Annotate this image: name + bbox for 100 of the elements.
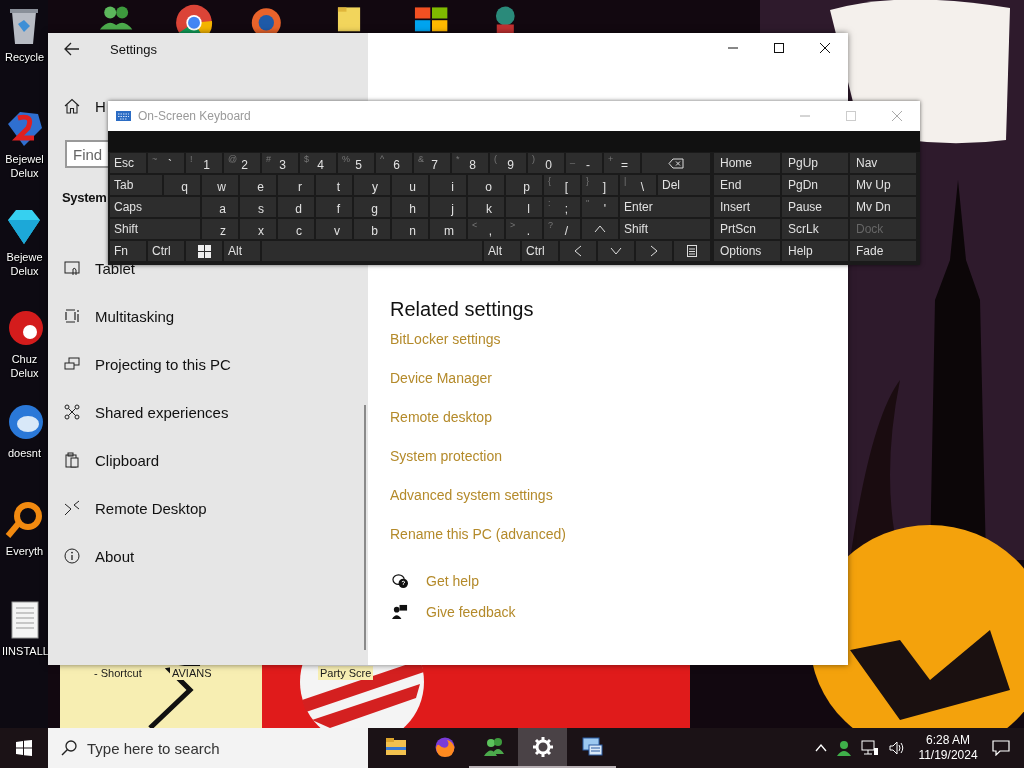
search-field[interactable]: Type here to search bbox=[48, 728, 368, 768]
ring-icon[interactable] bbox=[4, 500, 44, 540]
volume-icon[interactable] bbox=[889, 741, 905, 755]
keyboard-key[interactable]: i bbox=[430, 175, 466, 195]
chevron-up-icon[interactable] bbox=[815, 744, 827, 752]
sidebar-item[interactable]: H bbox=[95, 97, 106, 115]
network-icon[interactable] bbox=[861, 740, 879, 756]
desktop-icon-label[interactable]: doesnt bbox=[2, 446, 47, 460]
keyboard-key[interactable]: Fn bbox=[110, 241, 146, 261]
keyboard-key[interactable]: Mv Dn bbox=[850, 197, 916, 217]
keyboard-key[interactable]: f bbox=[316, 197, 352, 217]
keyboard-key[interactable]: PgDn bbox=[782, 175, 848, 195]
keyboard-key[interactable]: ( 9 bbox=[490, 153, 526, 173]
sidebar-item[interactable]: About bbox=[48, 532, 344, 580]
keyboard-key[interactable]: Ctrl bbox=[148, 241, 184, 261]
desktop-icon-label[interactable]: Bejewel Delux bbox=[2, 152, 47, 180]
desktop-icon-label[interactable]: - Shortcut bbox=[92, 666, 144, 680]
keyboard-key[interactable]: % 5 bbox=[338, 153, 374, 173]
desktop-icon-label[interactable]: IINSTALL bbox=[2, 644, 47, 658]
keyboard-key[interactable]: x bbox=[240, 219, 276, 239]
keyboard-key[interactable] bbox=[674, 241, 710, 261]
keyboard-key[interactable]: z bbox=[202, 219, 238, 239]
keyboard-key[interactable]: End bbox=[714, 175, 780, 195]
keyboard-key[interactable]: " ' bbox=[582, 197, 618, 217]
keyboard-key[interactable]: Options bbox=[714, 241, 780, 261]
keyboard-key[interactable]: g bbox=[354, 197, 390, 217]
keyboard-key[interactable]: r bbox=[278, 175, 314, 195]
keyboard-key[interactable]: Enter bbox=[620, 197, 710, 217]
keyboard-key[interactable]: d bbox=[278, 197, 314, 217]
keyboard-key[interactable]: m bbox=[430, 219, 466, 239]
keyboard-key[interactable]: b bbox=[354, 219, 390, 239]
sidebar-item[interactable]: Clipboard bbox=[48, 436, 344, 484]
taskbar-app-button[interactable] bbox=[518, 728, 567, 768]
keyboard-key[interactable]: s bbox=[240, 197, 276, 217]
keyboard-key[interactable]: t bbox=[316, 175, 352, 195]
keyboard-key[interactable]: < , bbox=[468, 219, 504, 239]
sidebar-item[interactable]: Projecting to this PC bbox=[48, 340, 344, 388]
keyboard-key[interactable]: ) 0 bbox=[528, 153, 564, 173]
keyboard-key[interactable]: j bbox=[430, 197, 466, 217]
sidebar-item[interactable]: Multitasking bbox=[48, 292, 344, 340]
keyboard-key[interactable]: Caps bbox=[110, 197, 200, 217]
keyboard-key[interactable]: h bbox=[392, 197, 428, 217]
keyboard-key[interactable]: l bbox=[506, 197, 542, 217]
desktop-icon-label[interactable]: Bejewe Delux bbox=[2, 250, 47, 278]
keyboard-key[interactable]: w bbox=[202, 175, 238, 195]
keyboard-key[interactable]: Pause bbox=[782, 197, 848, 217]
keyboard-key[interactable]: ~ ` bbox=[148, 153, 184, 173]
desktop-icon-label[interactable]: Everyth bbox=[2, 544, 47, 558]
sidebar-item[interactable]: Shared experiences bbox=[48, 388, 344, 436]
keyboard-key[interactable]: ^ 6 bbox=[376, 153, 412, 173]
keyboard-key[interactable]: v bbox=[316, 219, 352, 239]
keyboard-key[interactable]: Nav bbox=[850, 153, 916, 173]
keyboard-key[interactable]: Ctrl bbox=[522, 241, 558, 261]
keyboard-key[interactable]: Help bbox=[782, 241, 848, 261]
keyboard-key[interactable]: { [ bbox=[544, 175, 580, 195]
keyboard-key[interactable]: Esc bbox=[110, 153, 146, 173]
keyboard-key[interactable]: Alt bbox=[224, 241, 260, 261]
keyboard-key[interactable]: Insert bbox=[714, 197, 780, 217]
keyboard-key[interactable]: } ] bbox=[582, 175, 618, 195]
keyboard-key[interactable]: > . bbox=[506, 219, 542, 239]
keyboard-key[interactable]: _ - bbox=[566, 153, 602, 173]
clock-time[interactable]: 6:28 AM bbox=[926, 733, 970, 748]
keyboard-key[interactable]: p bbox=[506, 175, 542, 195]
home-icon[interactable] bbox=[64, 98, 80, 114]
keyboard-key[interactable]: ScrLk bbox=[782, 219, 848, 239]
keyboard-key[interactable]: * 8 bbox=[452, 153, 488, 173]
back-icon[interactable] bbox=[64, 42, 80, 56]
keyboard-key[interactable]: PrtScn bbox=[714, 219, 780, 239]
keyboard-key[interactable]: PgUp bbox=[782, 153, 848, 173]
keyboard-key[interactable]: Mv Up bbox=[850, 175, 916, 195]
keyboard-key[interactable]: Shift bbox=[110, 219, 200, 239]
keyboard-key[interactable]: Alt bbox=[484, 241, 520, 261]
desktop-icon-label[interactable]: AVIANS bbox=[170, 666, 214, 680]
keyboard-key[interactable]: q bbox=[164, 175, 200, 195]
keyboard-key[interactable]: : ; bbox=[544, 197, 580, 217]
keyboard-key[interactable]: u bbox=[392, 175, 428, 195]
keyboard-key[interactable]: c bbox=[278, 219, 314, 239]
sidebar-item[interactable]: Remote Desktop bbox=[48, 484, 344, 532]
keyboard-key[interactable]: a bbox=[202, 197, 238, 217]
keyboard-key[interactable]: Fade bbox=[850, 241, 916, 261]
keyboard-key[interactable]: & 7 bbox=[414, 153, 450, 173]
keyboard-key[interactable]: y bbox=[354, 175, 390, 195]
desktop-icon-label[interactable]: Recycle bbox=[2, 50, 47, 64]
desktop-icon-label[interactable]: Chuz Delux bbox=[2, 352, 47, 380]
keyboard-key[interactable]: ! 1 bbox=[186, 153, 222, 173]
keyboard-key[interactable]: Shift bbox=[620, 219, 710, 239]
desktop-icon-label[interactable]: Party Scre bbox=[318, 666, 374, 680]
keyboard-key[interactable]: $ 4 bbox=[300, 153, 336, 173]
clock-date[interactable]: 11/19/2024 bbox=[918, 748, 978, 763]
keyboard-key[interactable]: o bbox=[468, 175, 504, 195]
keyboard-key[interactable]: | \ bbox=[620, 175, 656, 195]
keyboard-key[interactable]: n bbox=[392, 219, 428, 239]
keyboard-key[interactable]: k bbox=[468, 197, 504, 217]
keyboard-key[interactable]: @ 2 bbox=[224, 153, 260, 173]
person-icon[interactable] bbox=[837, 740, 851, 756]
keyboard-key[interactable]: # 3 bbox=[262, 153, 298, 173]
notification-icon[interactable] bbox=[992, 740, 1010, 756]
keyboard-key[interactable]: Home bbox=[714, 153, 780, 173]
keyboard-key[interactable]: Del bbox=[658, 175, 710, 195]
keyboard-key[interactable]: + = bbox=[604, 153, 640, 173]
